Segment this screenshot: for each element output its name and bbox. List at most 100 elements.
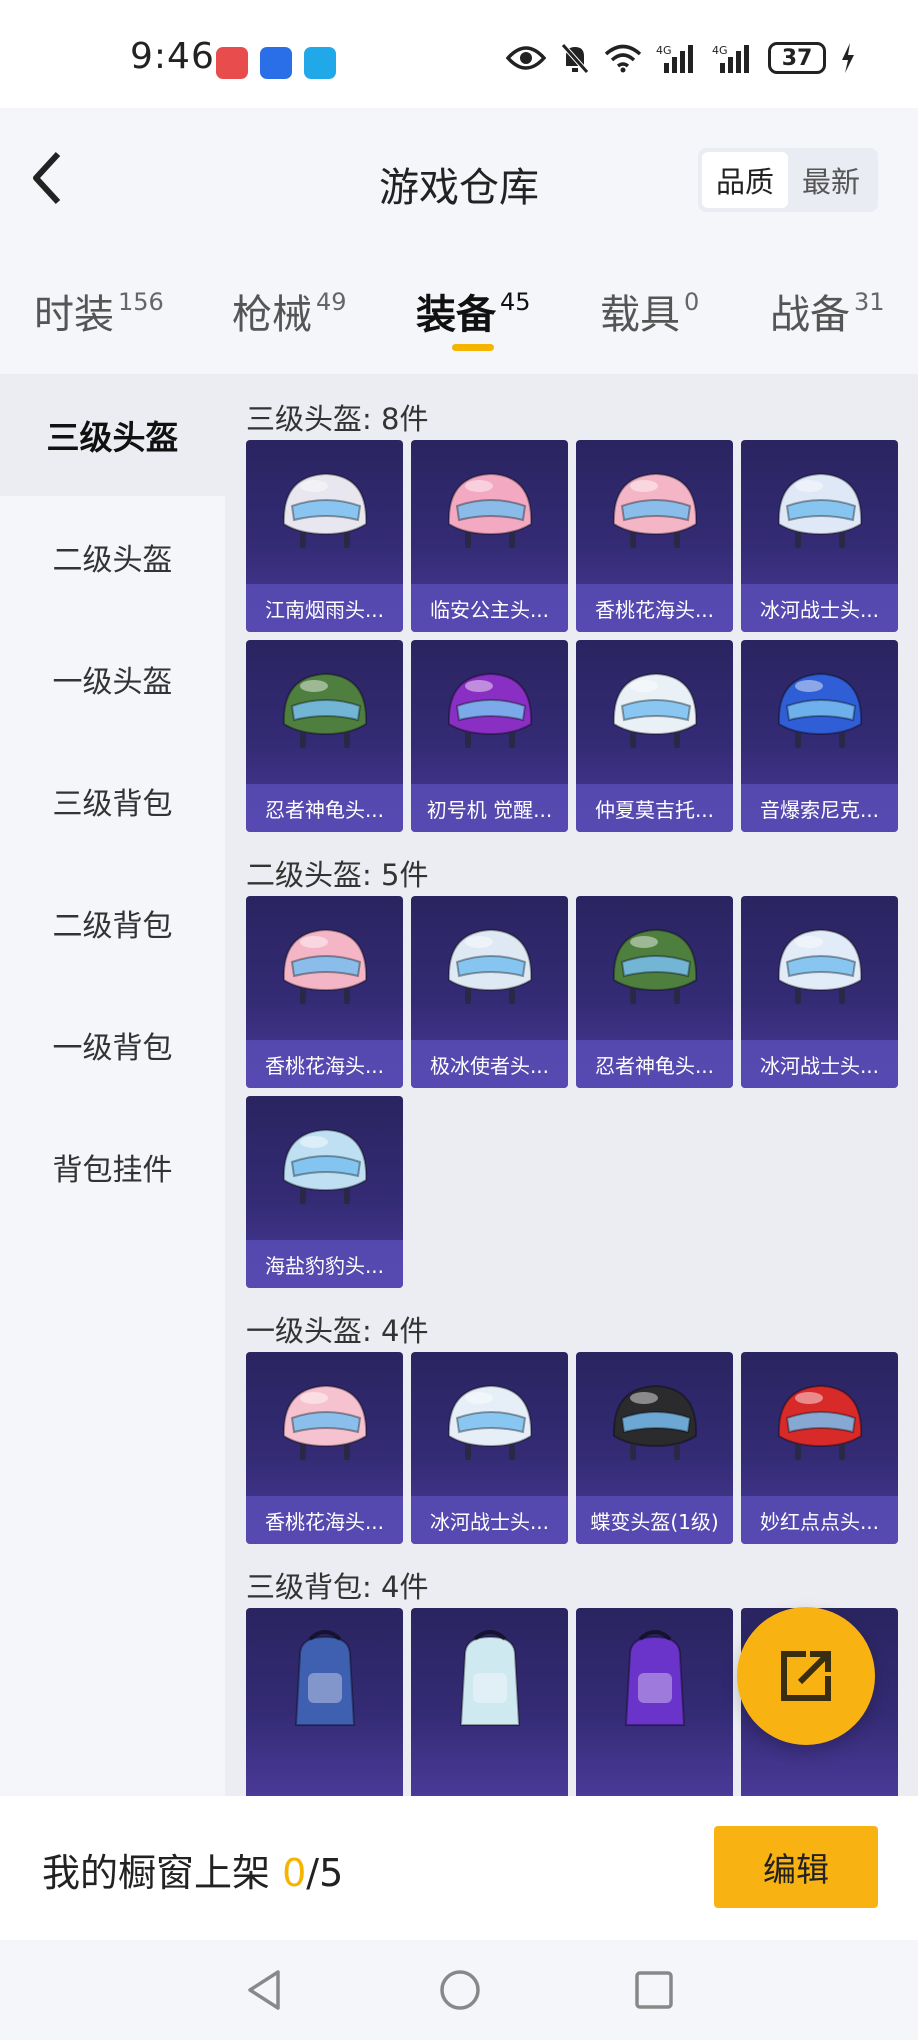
tab-label: 枪械 [232, 292, 312, 338]
item-name: 冰河战士头... [411, 1496, 568, 1544]
item-name: 初号机 觉醒... [411, 784, 568, 832]
sort-toggle: 品质 最新 [698, 148, 878, 212]
item-card[interactable]: 初号机 觉醒... [411, 640, 568, 832]
edit-button[interactable]: 编辑 [714, 1826, 878, 1908]
showcase-count: 0 [282, 1851, 307, 1895]
item-card[interactable]: 仲夏莫吉托... [576, 640, 733, 832]
tab-weapons[interactable]: 枪械 49 [232, 282, 347, 340]
item-card[interactable]: 冰河战士头... [741, 896, 898, 1088]
item-name: 香桃花海头... [576, 584, 733, 632]
backpack-icon [576, 1608, 733, 1752]
item-name: 香桃花海头... [246, 1040, 403, 1088]
item-name: 极冰使者头... [411, 1040, 568, 1088]
tab-label: 装备 [416, 292, 496, 338]
sidebar-item-level1-helmet[interactable]: 一级头盔 [0, 618, 225, 740]
signal-4g-icon: 4G [712, 44, 749, 73]
svg-text:4G: 4G [656, 44, 672, 57]
item-name: 江南烟雨头... [246, 584, 403, 632]
svg-text:4G: 4G [712, 44, 728, 57]
item-card[interactable]: 江南烟雨头... [246, 440, 403, 632]
nav-back-icon[interactable] [244, 1968, 284, 2012]
share-external-icon [781, 1651, 831, 1701]
helmet-icon [246, 440, 403, 584]
nav-home-icon[interactable] [438, 1968, 482, 2012]
item-name: 妙红点点头... [741, 1496, 898, 1544]
item-card[interactable]: 妙红点点头... [741, 1352, 898, 1544]
item-card[interactable]: 极冰使者头... [411, 896, 568, 1088]
notification-app-icon [260, 47, 292, 79]
sidebar-item-level3-backpack[interactable]: 三级背包 [0, 740, 225, 862]
section-title: 三级背包: 4件 [246, 1570, 429, 1604]
item-card[interactable] [246, 1608, 403, 1796]
tab-count: 31 [854, 288, 885, 316]
item-card[interactable]: 冰河战士头... [741, 440, 898, 632]
signal-4g-icon: 4G [656, 44, 693, 73]
helmet-icon [576, 640, 733, 784]
item-name: 香桃花海头... [246, 1496, 403, 1544]
item-card[interactable]: 音爆索尼克... [741, 640, 898, 832]
item-name: 忍者神龟头... [246, 784, 403, 832]
tab-fashion[interactable]: 时装 156 [34, 282, 164, 340]
item-grid-area: 三级头盔: 8件 江南烟雨头... 临安公主头... 香桃花海头... 冰河战士头...… [225, 374, 918, 1796]
status-time: 9:46 [130, 36, 215, 77]
system-nav-bar [0, 1940, 918, 2040]
item-name: 冰河战士头... [741, 584, 898, 632]
battery-level: 37 [781, 45, 813, 71]
sidebar-item-level2-helmet[interactable]: 二级头盔 [0, 496, 225, 618]
item-card[interactable]: 忍者神龟头... [246, 640, 403, 832]
section-title: 二级头盔: 5件 [246, 858, 429, 892]
tab-count: 45 [500, 288, 531, 316]
showcase-total: /5 [306, 1851, 344, 1895]
tab-label: 时装 [34, 292, 114, 338]
item-card[interactable]: 冰河战士头... [411, 1352, 568, 1544]
status-bar: 9:46 4G 4G 37 [0, 0, 918, 108]
sidebar-item-level2-backpack[interactable]: 二级背包 [0, 862, 225, 984]
item-card[interactable]: 临安公主头... [411, 440, 568, 632]
item-card[interactable]: 蝶变头盔(1级) [576, 1352, 733, 1544]
tab-vehicles[interactable]: 载具 0 [600, 282, 699, 340]
helmet-icon [411, 640, 568, 784]
sidebar-item-level1-backpack[interactable]: 一级背包 [0, 984, 225, 1106]
tab-combat-supplies[interactable]: 战备 31 [770, 282, 885, 340]
item-card[interactable]: 忍者神龟头... [576, 896, 733, 1088]
subcategory-sidebar: 三级头盔 二级头盔 一级头盔 三级背包 二级背包 一级背包 背包挂件 [0, 374, 225, 1796]
item-name: 临安公主头... [411, 584, 568, 632]
sidebar-item-backpack-charm[interactable]: 背包挂件 [0, 1106, 225, 1228]
status-icons: 4G 4G 37 [506, 42, 856, 74]
notification-app-icon [304, 47, 336, 79]
helmet-icon [246, 1352, 403, 1496]
charging-icon [842, 43, 854, 73]
showcase-status: 我的橱窗上架 0/5 [42, 1842, 343, 1897]
helmet-icon [246, 1096, 403, 1240]
sort-quality-button[interactable]: 品质 [702, 152, 788, 208]
page-header: 游戏仓库 品质 最新 [0, 108, 918, 248]
battery-icon: 37 [768, 42, 826, 74]
item-card[interactable] [411, 1608, 568, 1796]
item-card[interactable]: 海盐豹豹头... [246, 1096, 403, 1288]
mute-bell-icon [561, 43, 589, 74]
item-card[interactable]: 香桃花海头... [246, 896, 403, 1088]
tab-label: 战备 [770, 292, 850, 338]
item-name: 冰河战士头... [741, 1040, 898, 1088]
showcase-label: 我的橱窗上架 [42, 1851, 271, 1895]
showcase-bar: 我的橱窗上架 0/5 编辑 [0, 1796, 918, 1940]
nav-recents-icon[interactable] [634, 1968, 674, 2012]
wifi-icon [604, 44, 642, 73]
sidebar-item-level3-helmet[interactable]: 三级头盔 [0, 374, 225, 496]
helmet-icon [741, 440, 898, 584]
item-name: 音爆索尼克... [741, 784, 898, 832]
helmet-icon [741, 896, 898, 1040]
helmet-icon [576, 1352, 733, 1496]
sort-newest-button[interactable]: 最新 [788, 152, 874, 208]
tab-equipment[interactable]: 装备 45 [416, 282, 531, 340]
eye-icon [506, 46, 546, 70]
active-tab-indicator [452, 344, 494, 351]
share-button[interactable] [737, 1607, 875, 1745]
backpack-icon [411, 1608, 568, 1752]
item-card[interactable]: 香桃花海头... [576, 440, 733, 632]
helmet-icon [411, 1352, 568, 1496]
item-card[interactable] [576, 1608, 733, 1796]
notification-app-icon [216, 47, 248, 79]
item-card[interactable]: 香桃花海头... [246, 1352, 403, 1544]
category-tabs: 时装 156 枪械 49 装备 45 载具 0 战备 31 [0, 248, 918, 374]
